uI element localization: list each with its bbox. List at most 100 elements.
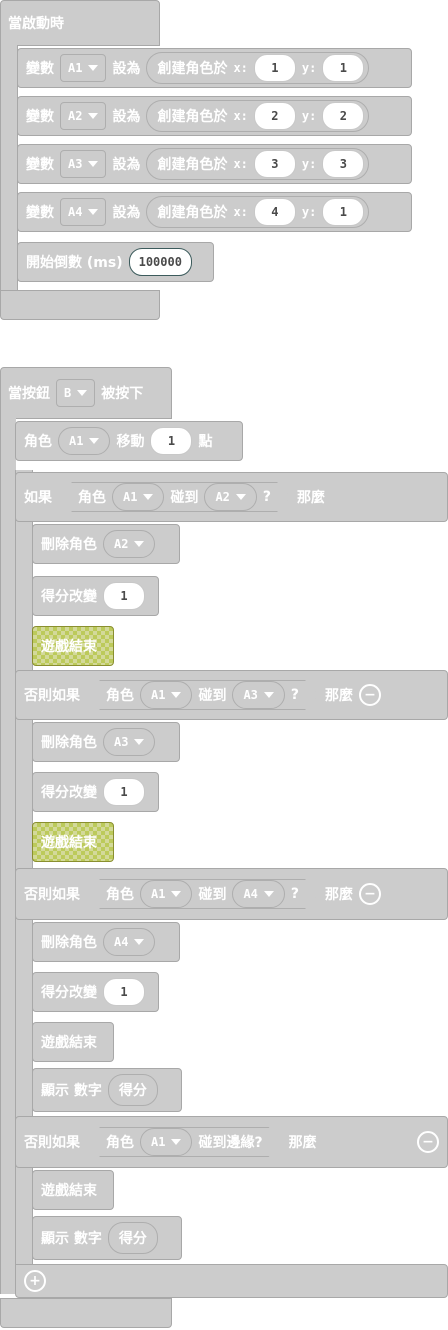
x-input[interactable]: 3 (253, 150, 296, 178)
else-if-header-1[interactable]: 否則如果 角色 A1 碰到 A3 ? 那麼 − (15, 670, 448, 720)
create-sprite-block[interactable]: 創建角色於 x: 3 y: 3 (146, 148, 370, 180)
on-start-label: 當啟動時 (8, 16, 64, 32)
game-over-block[interactable]: 遊戲結束 (32, 822, 114, 862)
x-label: x: (233, 61, 248, 75)
change-score-block[interactable]: 得分改變 1 (32, 972, 159, 1012)
y-input[interactable]: 3 (322, 150, 365, 178)
var-dropdown[interactable]: A1 (60, 54, 107, 82)
target-dropdown[interactable]: A4 (232, 880, 284, 908)
minus-circle-icon[interactable]: − (359, 883, 382, 905)
sprite-move-block[interactable]: 角色 A1 移動 1 點 (15, 421, 243, 461)
y-label: y: (301, 61, 317, 75)
create-sprite-block[interactable]: 創建角色於 x: 4 y: 1 (146, 196, 370, 228)
set-var-block-4[interactable]: 變數 A4 設為 創建角色於 x: 4 y: 1 (17, 192, 412, 232)
game-over-block[interactable]: 遊戲結束 (32, 1022, 114, 1062)
else-if-header-3[interactable]: 否則如果 角色 A1 碰到邊緣? 那麼 − (15, 1116, 448, 1168)
delete-target-dropdown[interactable]: A3 (103, 728, 156, 756)
set-var-label: 變數 (26, 157, 54, 173)
create-sprite-block[interactable]: 創建角色於 x: 2 y: 2 (146, 100, 370, 132)
show-number-block[interactable]: 顯示 數字 得分 (32, 1216, 182, 1260)
then-keyword: 那麼 (325, 887, 354, 903)
chevron-down-icon (134, 739, 145, 745)
create-sprite-label: 創建角色於 (157, 205, 228, 221)
change-score-block[interactable]: 得分改變 1 (32, 576, 159, 616)
score-input[interactable]: 1 (103, 582, 145, 610)
score-input[interactable]: 1 (103, 778, 145, 806)
chevron-down-icon (143, 494, 153, 500)
var-dropdown[interactable]: A2 (60, 102, 107, 130)
if-foot: + (15, 1264, 448, 1298)
score-label: 得分改變 (41, 589, 97, 605)
chevron-down-icon (264, 692, 274, 698)
score-variable[interactable]: 得分 (107, 1074, 158, 1106)
x-input[interactable]: 4 (253, 198, 296, 226)
chevron-down-icon (88, 113, 99, 119)
sprite-dropdown[interactable]: A1 (140, 1128, 192, 1156)
button-dropdown[interactable]: B (56, 379, 96, 407)
game-over-label: 遊戲結束 (41, 1183, 97, 1199)
if-keyword: 如果 (24, 490, 52, 506)
y-label: y: (301, 205, 317, 219)
sprite-dropdown[interactable]: A1 (140, 880, 192, 908)
delete-sprite-block[interactable]: 刪除角色 A3 (32, 722, 180, 762)
delete-label: 刪除角色 (41, 537, 97, 553)
sprite-label: 角色 (106, 1135, 134, 1151)
delete-target-dropdown[interactable]: A4 (103, 928, 156, 956)
start-countdown-block[interactable]: 開始倒數 (ms) 100000 (17, 242, 214, 282)
sprite-dropdown[interactable]: A1 (112, 483, 164, 511)
target-dropdown[interactable]: A2 (204, 483, 256, 511)
score-variable[interactable]: 得分 (107, 1222, 158, 1254)
sprite-dropdown[interactable]: A1 (58, 427, 111, 455)
y-label: y: (301, 109, 317, 123)
touch-condition[interactable]: 角色 A1 碰到 A4 ? (86, 879, 319, 909)
minus-circle-icon[interactable]: − (417, 1131, 439, 1153)
y-input[interactable]: 1 (322, 54, 365, 82)
delete-sprite-block[interactable]: 刪除角色 A4 (32, 922, 180, 962)
set-var-block-3[interactable]: 變數 A3 設為 創建角色於 x: 3 y: 3 (17, 144, 412, 184)
move-unit-label: 點 (198, 434, 213, 450)
create-sprite-label: 創建角色於 (157, 157, 228, 173)
plus-circle-icon[interactable]: + (24, 1270, 46, 1292)
y-input[interactable]: 1 (322, 198, 365, 226)
change-score-block[interactable]: 得分改變 1 (32, 772, 159, 812)
delete-sprite-block[interactable]: 刪除角色 A2 (32, 524, 180, 564)
countdown-input[interactable]: 100000 (128, 248, 192, 276)
set-var-block-2[interactable]: 變數 A2 設為 創建角色於 x: 2 y: 2 (17, 96, 412, 136)
score-input[interactable]: 1 (103, 978, 145, 1006)
sprite-label: 角色 (106, 887, 134, 903)
chevron-down-icon (264, 891, 274, 897)
on-button-block[interactable]: 當按鈕 B 被按下 (0, 370, 172, 416)
var-dropdown[interactable]: A4 (60, 198, 107, 226)
create-sprite-block[interactable]: 創建角色於 x: 1 y: 1 (146, 52, 370, 84)
touch-condition[interactable]: 角色 A1 碰到 A2 ? (58, 482, 291, 512)
chevron-down-icon (88, 161, 99, 167)
then-keyword: 那麼 (288, 1135, 317, 1151)
set-var-label: 變數 (26, 109, 54, 125)
on-button-arm (0, 418, 16, 1294)
set-var-block-1[interactable]: 變數 A1 設為 創建角色於 x: 1 y: 1 (17, 48, 412, 88)
on-start-block[interactable]: 當啟動時 (0, 0, 160, 46)
delete-label: 刪除角色 (41, 935, 97, 951)
sprite-label: 角色 (106, 688, 134, 704)
game-over-block[interactable]: 遊戲結束 (32, 626, 114, 666)
x-input[interactable]: 1 (253, 54, 296, 82)
var-dropdown[interactable]: A3 (60, 150, 107, 178)
touch-label: 碰到 (198, 887, 227, 903)
question-mark: ? (290, 687, 300, 703)
minus-circle-icon[interactable]: − (359, 684, 382, 706)
set-to-label: 設為 (112, 61, 141, 77)
target-dropdown[interactable]: A3 (232, 681, 284, 709)
move-steps-input[interactable]: 1 (150, 427, 193, 455)
delete-target-dropdown[interactable]: A2 (103, 530, 156, 558)
else-if-header-2[interactable]: 否則如果 角色 A1 碰到 A4 ? 那麼 − (15, 868, 448, 920)
else-if-keyword: 否則如果 (24, 1135, 80, 1151)
edge-condition[interactable]: 角色 A1 碰到邊緣? (86, 1127, 283, 1157)
sprite-dropdown[interactable]: A1 (140, 681, 192, 709)
if-header[interactable]: 如果 角色 A1 碰到 A2 ? 那麼 (15, 472, 448, 522)
touch-condition[interactable]: 角色 A1 碰到 A3 ? (86, 680, 319, 710)
y-input[interactable]: 2 (322, 102, 365, 130)
game-over-block[interactable]: 遊戲結束 (32, 1170, 114, 1210)
show-number-block[interactable]: 顯示 數字 得分 (32, 1068, 182, 1112)
chevron-down-icon (171, 891, 181, 897)
x-input[interactable]: 2 (253, 102, 296, 130)
